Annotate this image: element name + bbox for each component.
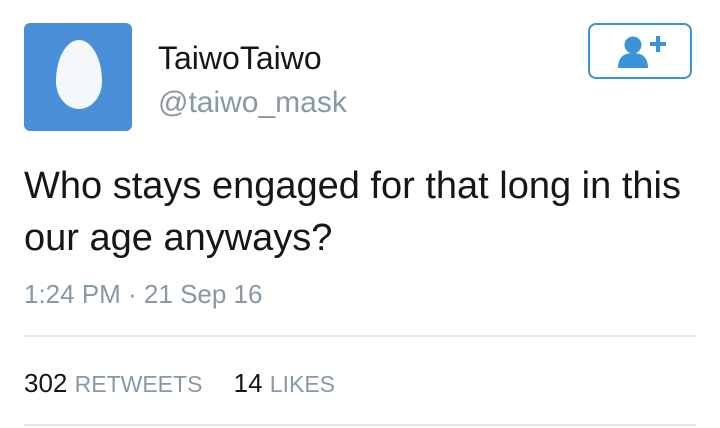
- egg-icon: [56, 40, 102, 109]
- divider: [24, 424, 696, 426]
- likes-label: LIKES: [269, 371, 336, 397]
- divider: [24, 335, 696, 337]
- retweets-stat[interactable]: 302 RETWEETS: [24, 366, 202, 401]
- user-handle[interactable]: @taiwo_mask: [158, 84, 347, 122]
- display-name[interactable]: TaiwoTaiwo: [158, 38, 322, 78]
- avatar[interactable]: [24, 23, 132, 131]
- retweets-label: RETWEETS: [74, 371, 203, 397]
- tweet-stats: 302 RETWEETS 14 LIKES: [24, 366, 359, 401]
- retweets-count: 302: [24, 368, 68, 398]
- tweet-detail: TaiwoTaiwo @taiwo_mask Who stays engaged…: [0, 0, 720, 428]
- likes-count: 14: [233, 368, 263, 398]
- tweet-text: Who stays engaged for that long in this …: [24, 165, 681, 259]
- follow-user-plus-icon: [618, 36, 666, 68]
- follow-button[interactable]: [588, 23, 692, 79]
- tweet-timestamp[interactable]: 1:24 PM · 21 Sep 16: [24, 278, 262, 310]
- likes-stat[interactable]: 14 LIKES: [234, 366, 335, 401]
